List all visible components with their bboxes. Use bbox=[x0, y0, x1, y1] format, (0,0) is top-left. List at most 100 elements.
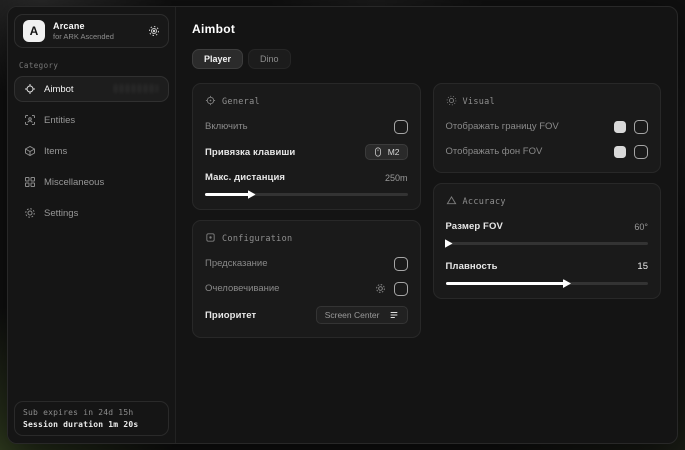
sidebar-item-items[interactable]: Items bbox=[14, 138, 169, 164]
sun-icon bbox=[446, 95, 457, 109]
prediction-checkbox[interactable] bbox=[394, 257, 408, 271]
visual-card-header: Visual bbox=[446, 95, 649, 109]
enable-row: Включить bbox=[205, 119, 408, 134]
sidebar-item-entities[interactable]: Entities bbox=[14, 107, 169, 133]
max-distance-label: Макс. дистанция bbox=[205, 172, 285, 183]
sidebar-item-miscellaneous[interactable]: Miscellaneous bbox=[14, 169, 169, 195]
slider-thumb[interactable] bbox=[445, 239, 453, 248]
grid-icon bbox=[24, 176, 36, 188]
ghost-artifact bbox=[114, 84, 158, 93]
sidebar-item-label: Aimbot bbox=[44, 84, 74, 95]
fov-size-value: 60° bbox=[634, 222, 648, 232]
section-title: Accuracy bbox=[463, 197, 506, 207]
section-title: General bbox=[222, 97, 260, 107]
fov-border-row: Отображать границу FOV bbox=[446, 119, 649, 134]
max-distance-slider[interactable] bbox=[205, 193, 408, 196]
section-title: Configuration bbox=[222, 234, 292, 244]
general-card-header: General bbox=[205, 95, 408, 109]
smoothness-slider[interactable] bbox=[446, 282, 649, 285]
fov-background-checkbox[interactable] bbox=[634, 145, 648, 159]
max-distance-value: 250m bbox=[385, 173, 408, 183]
app-subtitle: for ARK Ascended bbox=[53, 32, 114, 41]
mouse-icon bbox=[373, 147, 383, 157]
accuracy-card: Accuracy Размер FOV 60° bbox=[433, 183, 662, 299]
session-info-card: Sub expires in 24d 15h Session duration … bbox=[14, 401, 169, 436]
fov-background-row: Отображать фон FOV bbox=[446, 144, 649, 159]
person-scan-icon bbox=[24, 114, 36, 126]
prediction-label: Предсказание bbox=[205, 258, 268, 269]
visual-card: Visual Отображать границу FOV Отображать… bbox=[433, 83, 662, 173]
sidebar-item-label: Miscellaneous bbox=[44, 177, 104, 188]
humanization-controls bbox=[375, 282, 408, 296]
session-duration-text: Session duration 1m 20s bbox=[23, 420, 160, 429]
slider-fill bbox=[446, 282, 568, 285]
keybind-value: M2 bbox=[388, 147, 400, 157]
tab-bar: Player Dino bbox=[192, 49, 661, 69]
humanization-checkbox[interactable] bbox=[394, 282, 408, 296]
app-title: Arcane bbox=[53, 21, 114, 31]
fov-size-row: Размер FOV 60° bbox=[446, 219, 649, 234]
fov-background-label: Отображать фон FOV bbox=[446, 146, 543, 157]
priority-row: Приоритет Screen Center bbox=[205, 306, 408, 324]
sidebar-item-aimbot[interactable]: Aimbot bbox=[14, 76, 169, 102]
fov-size-label: Размер FOV bbox=[446, 221, 503, 232]
content-columns: General Включить Привязка клавиши bbox=[192, 83, 661, 338]
right-column: Visual Отображать границу FOV Отображать… bbox=[433, 83, 662, 299]
scope-icon bbox=[205, 95, 216, 109]
slider-fill bbox=[446, 242, 449, 245]
main-panel: Aimbot Player Dino Ge bbox=[176, 7, 677, 443]
smoothness-label: Плавность bbox=[446, 261, 498, 272]
page-title: Aimbot bbox=[192, 22, 661, 36]
fov-background-controls bbox=[614, 145, 648, 159]
tab-dino[interactable]: Dino bbox=[248, 49, 291, 69]
max-distance-row: Макс. дистанция 250m bbox=[205, 170, 408, 185]
priority-select[interactable]: Screen Center bbox=[316, 306, 408, 324]
sub-expires-text: Sub expires in 24d 15h bbox=[23, 408, 160, 417]
gear-icon[interactable] bbox=[375, 283, 386, 294]
box-dot-icon bbox=[205, 232, 216, 246]
gear-icon bbox=[24, 207, 36, 219]
fov-border-checkbox[interactable] bbox=[634, 120, 648, 134]
smoothness-row: Плавность 15 bbox=[446, 259, 649, 274]
keybind-button[interactable]: M2 bbox=[365, 144, 408, 160]
priority-label: Приоритет bbox=[205, 310, 256, 321]
sidebar: A Arcane for ARK Ascended Category bbox=[8, 7, 176, 443]
gear-icon[interactable] bbox=[148, 25, 160, 37]
sidebar-item-label: Settings bbox=[44, 208, 78, 219]
prediction-row: Предсказание bbox=[205, 256, 408, 271]
section-title: Visual bbox=[463, 97, 496, 107]
brand-card: A Arcane for ARK Ascended bbox=[14, 14, 169, 48]
category-label: Category bbox=[19, 61, 164, 70]
enable-checkbox[interactable] bbox=[394, 120, 408, 134]
smoothness-value: 15 bbox=[637, 261, 648, 272]
sidebar-item-label: Entities bbox=[44, 115, 75, 126]
fov-border-controls bbox=[614, 120, 648, 134]
box-icon bbox=[24, 145, 36, 157]
keybind-row: Привязка клавиши M2 bbox=[205, 144, 408, 160]
color-swatch[interactable] bbox=[614, 146, 626, 158]
fov-size-slider[interactable] bbox=[446, 242, 649, 245]
fov-border-label: Отображать границу FOV bbox=[446, 121, 559, 132]
sidebar-nav: Aimbot Entities bbox=[14, 76, 169, 226]
max-distance-block: Макс. дистанция 250m bbox=[205, 170, 408, 196]
configuration-card: Configuration Предсказание Очеловечивани… bbox=[192, 220, 421, 338]
app-logo: A bbox=[23, 20, 45, 42]
slider-thumb[interactable] bbox=[248, 190, 256, 199]
game-background: A Arcane for ARK Ascended Category bbox=[0, 0, 685, 450]
fov-size-block: Размер FOV 60° bbox=[446, 219, 649, 245]
priority-value: Screen Center bbox=[325, 310, 380, 320]
sidebar-item-settings[interactable]: Settings bbox=[14, 200, 169, 226]
enable-label: Включить bbox=[205, 121, 248, 132]
crosshair-icon bbox=[24, 83, 36, 95]
left-column: General Включить Привязка клавиши bbox=[192, 83, 421, 338]
keybind-label: Привязка клавиши bbox=[205, 147, 295, 158]
humanization-label: Очеловечивание bbox=[205, 283, 279, 294]
general-card: General Включить Привязка клавиши bbox=[192, 83, 421, 210]
smoothness-block: Плавность 15 bbox=[446, 259, 649, 285]
sidebar-item-label: Items bbox=[44, 146, 67, 157]
list-icon bbox=[389, 310, 399, 320]
color-swatch[interactable] bbox=[614, 121, 626, 133]
humanization-row: Очеловечивание bbox=[205, 281, 408, 296]
slider-thumb[interactable] bbox=[563, 279, 571, 288]
tab-player[interactable]: Player bbox=[192, 49, 243, 69]
